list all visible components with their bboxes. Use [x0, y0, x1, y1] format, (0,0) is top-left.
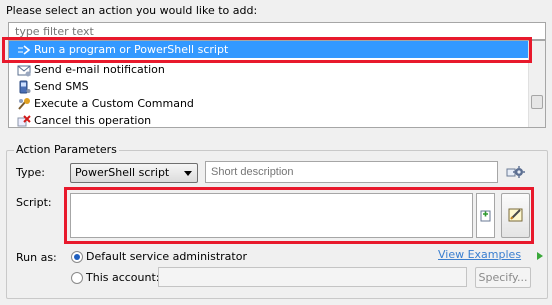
insert-plus-icon: [480, 210, 491, 222]
action-prompt-label: Please select an action you would like t…: [6, 4, 258, 17]
email-icon: [17, 63, 31, 77]
run-as-account-radio[interactable]: [71, 272, 83, 284]
action-parameters-legend: Action Parameters: [14, 143, 119, 156]
type-select-value: PowerShell script: [75, 166, 170, 179]
edit-pencil-icon: [508, 208, 523, 222]
run-as-default-radio[interactable]: [71, 251, 83, 263]
edit-script-button[interactable]: [501, 193, 530, 238]
custom-command-icon: [17, 97, 31, 111]
list-item-label: Run a program or PowerShell script: [34, 43, 229, 56]
powershell-icon: [17, 43, 31, 57]
chevron-down-icon: [184, 171, 192, 176]
list-item-cancel-operation[interactable]: Cancel this operation: [9, 112, 528, 128]
cancel-x-icon: [17, 114, 31, 128]
sms-phone-icon: [17, 80, 31, 94]
list-item-send-sms[interactable]: Send SMS: [9, 78, 528, 95]
insert-variable-button[interactable]: [476, 193, 495, 238]
action-list: Run a program or PowerShell script Send …: [8, 40, 546, 128]
filter-input[interactable]: [8, 22, 546, 40]
list-item-custom-command[interactable]: Execute a Custom Command: [9, 95, 528, 112]
specify-button[interactable]: Specify...: [475, 267, 531, 288]
description-input[interactable]: [205, 161, 498, 183]
run-as-label: Run as:: [16, 251, 57, 264]
list-item-label: Cancel this operation: [34, 114, 152, 127]
list-scrollbar[interactable]: [528, 41, 545, 127]
list-item-label: Send SMS: [34, 80, 89, 93]
account-input: [158, 267, 467, 287]
scrollbar-thumb[interactable]: [531, 95, 543, 109]
list-item-label: Send e-mail notification: [34, 63, 165, 76]
description-options-button[interactable]: [505, 163, 527, 181]
view-examples-link[interactable]: View Examples: [438, 248, 521, 261]
play-arrow-icon: [537, 252, 543, 260]
list-item-label: Execute a Custom Command: [34, 97, 194, 110]
script-label: Script:: [16, 196, 52, 209]
script-textarea[interactable]: [70, 193, 473, 238]
run-as-default-label: Default service administrator: [86, 250, 247, 263]
list-item-run-program[interactable]: Run a program or PowerShell script: [9, 41, 528, 58]
type-select[interactable]: PowerShell script: [70, 163, 198, 183]
type-label: Type:: [16, 166, 45, 179]
gear-icon: [506, 166, 525, 178]
list-item-send-email[interactable]: Send e-mail notification: [9, 61, 528, 78]
run-as-account-label: This account:: [86, 271, 160, 284]
